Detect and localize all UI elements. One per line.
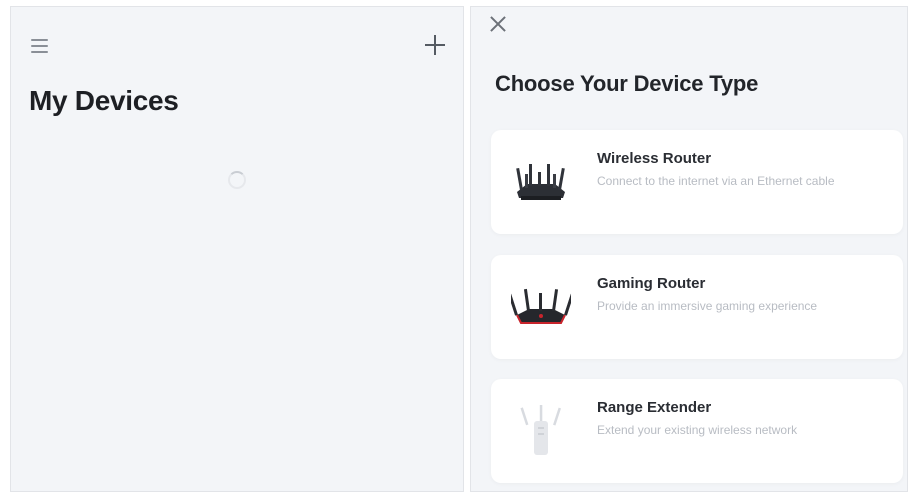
device-type-card-gaming-router[interactable]: Gaming Router Provide an immersive gamin… (491, 255, 903, 359)
device-name: Range Extender (597, 399, 712, 416)
device-description: Connect to the internet via an Ethernet … (597, 174, 835, 188)
spinner-icon (228, 171, 246, 189)
page-title: My Devices (29, 85, 179, 116)
my-devices-screen: My Devices (10, 6, 464, 492)
range-extender-icon (520, 405, 561, 455)
device-name: Wireless Router (597, 150, 712, 167)
device-type-card-wireless-router[interactable]: Wireless Router Connect to the internet … (491, 130, 903, 234)
sheet-title: Choose Your Device Type (495, 71, 759, 96)
device-description: Provide an immersive gaming experience (597, 299, 818, 313)
wireless-router-icon (516, 164, 565, 200)
plus-icon[interactable] (421, 31, 449, 59)
choose-device-type-screen: Choose Your Device Type Wireless Router … (470, 6, 908, 492)
device-description: Extend your existing wireless network (597, 423, 798, 437)
close-icon[interactable] (487, 13, 509, 35)
gaming-router-icon (511, 288, 571, 324)
hamburger-menu-icon[interactable] (31, 37, 53, 55)
device-type-card-range-extender[interactable]: Range Extender Extend your existing wire… (491, 379, 903, 483)
device-name: Gaming Router (597, 275, 706, 292)
